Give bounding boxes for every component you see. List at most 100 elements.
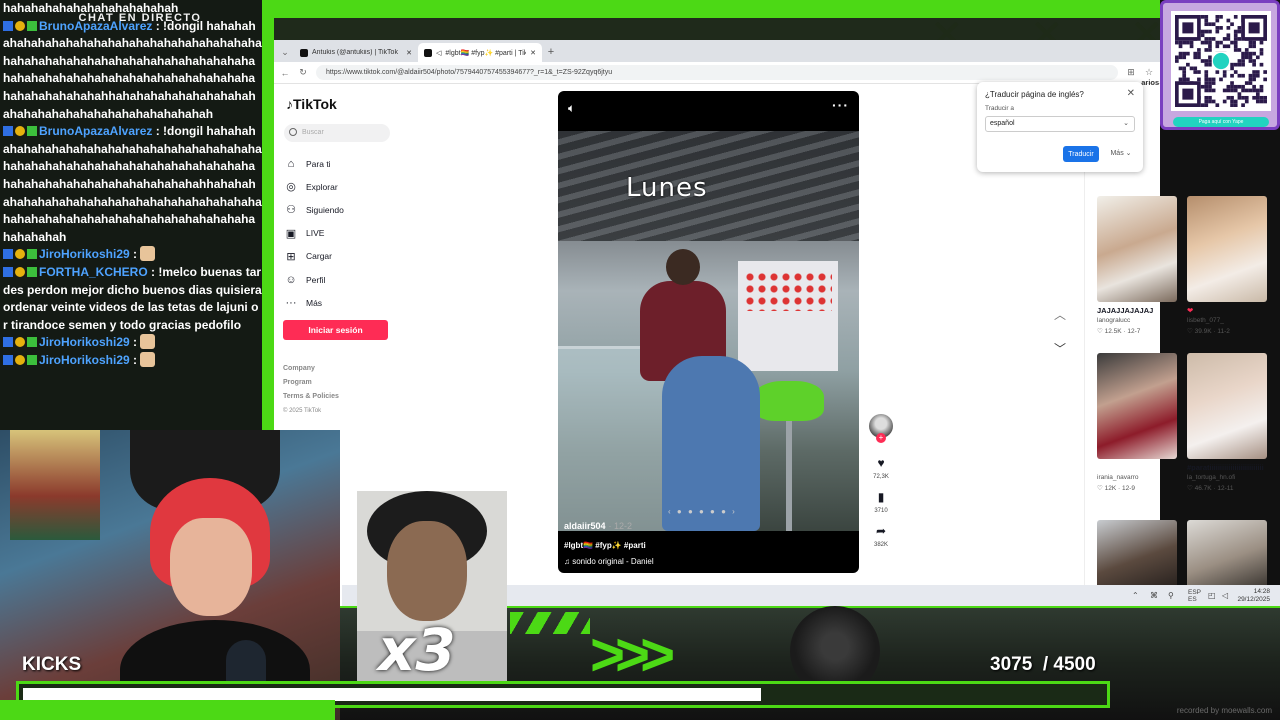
mic-icon[interactable]: ⚲ (1168, 591, 1174, 600)
heart-icon[interactable]: ♥ (868, 456, 894, 470)
kicks-goal: 4500 (1053, 654, 1096, 675)
url-field[interactable]: https://www.tiktok.com/@aldaiir504/photo… (316, 65, 1118, 80)
tab-search-icon[interactable]: ⌄ (280, 47, 290, 58)
share-icon[interactable]: ➦ (868, 524, 894, 538)
sidebar-item-perfil[interactable]: ☺ Perfil (284, 268, 344, 291)
chat-text: : !dongil hahahahahahahahahahahahahahaha… (3, 18, 262, 121)
sidebar-item-label: Para ti (306, 158, 331, 169)
chat-message-list: hahahahahahahahahahahahah BrunoApazaAlvar… (3, 0, 262, 369)
suggested-video-thumbnail[interactable] (1097, 196, 1177, 302)
clock[interactable]: 14:28 29/12/2025 (1237, 588, 1270, 604)
overlay-dark-band: ✕ ✕ ✕ (270, 12, 1164, 58)
post-date: · 12-2 (608, 521, 633, 531)
chevron-up-icon[interactable]: ︿ (1054, 306, 1066, 323)
close-icon[interactable]: ✕ (530, 49, 536, 57)
translate-button[interactable]: Traducir (1063, 146, 1099, 162)
chat-username[interactable]: JiroHorikoshi29 (39, 353, 130, 367)
suggested-video-thumbnail[interactable] (1097, 353, 1177, 459)
video-player[interactable]: 🔈︎ ··· Lunes ‹ ● ● ● ● ● › aldaiir504 · 1… (558, 91, 859, 573)
live-chat-panel[interactable]: hahahahahahahahahahahahah BrunoApazaAlvar… (0, 0, 262, 430)
photo-carousel-dots[interactable]: ‹ ● ● ● ● ● › (668, 507, 737, 516)
sidebar-item-explorar[interactable]: ◎ Explorar (284, 175, 344, 198)
like-count: 72,3K (873, 474, 889, 480)
volume-icon[interactable]: 🔈︎ (568, 101, 575, 116)
suggested-video-user[interactable]: lisbeth_077_ (1187, 317, 1267, 324)
badge-icon (3, 354, 13, 365)
copyright: © 2025 TikTok (283, 408, 322, 414)
suggested-video-user[interactable]: irania_navarro (1097, 474, 1177, 481)
suggestions-panel: ...ariosPodría interesarteJAJAJJAJAJAJla… (1084, 78, 1267, 626)
suggested-video-caption: #paratiiiiiiiiiiiiiiiiiiiiiiiiii (1187, 463, 1264, 472)
user-badges (3, 335, 39, 349)
badge-icon (15, 126, 25, 137)
sidebar-item-label: Cargar (306, 251, 332, 262)
chevron-down-icon[interactable]: ﹀ (1054, 340, 1066, 357)
chat-username[interactable]: FORTHA_KCHERO (39, 265, 148, 279)
network-icon[interactable]: ⌘ (1150, 591, 1158, 600)
sidebar-item-siguiendo[interactable]: ⚇ Siguiendo (284, 198, 344, 221)
translate-icon[interactable]: ⊞ (1126, 67, 1136, 78)
sidebar-item-para-ti[interactable]: ⌂ Para ti (284, 152, 344, 175)
badge-icon (27, 266, 37, 277)
login-button[interactable]: Iniciar sesión (283, 320, 388, 340)
star-icon[interactable]: ☆ (1144, 67, 1154, 78)
suggested-video-likes: ♡ 46.7K · 12-11 (1187, 485, 1234, 492)
share-count: 382K (873, 542, 888, 548)
chevron-up-icon[interactable]: ⌃ (1132, 591, 1139, 600)
chat-username[interactable]: JiroHorikoshi29 (39, 335, 130, 349)
search-icon (289, 128, 297, 136)
browser-tab-bar: ⌄ Antukis (@antukiis) | TikTok ✕ ◁ #lgbt… (274, 40, 1160, 62)
bookmark-icon[interactable]: ▮ (868, 490, 894, 504)
footer-link-terms[interactable]: Terms & Policies (283, 390, 339, 404)
sidebar-item-más[interactable]: ··· Más (284, 291, 344, 314)
translate-more-button[interactable]: Más ⌄ (1105, 146, 1137, 162)
wifi-icon[interactable]: ◰ (1208, 591, 1216, 600)
chat-message: BrunoApazaAlvarez : !dongil hahahahahaha… (3, 18, 262, 124)
badge-icon (27, 249, 37, 260)
badge-icon (3, 337, 13, 348)
language-select[interactable]: español ⌄ (985, 116, 1135, 132)
suggested-video-user[interactable]: la_tortuga_hn.ofi (1187, 474, 1267, 481)
more-options-icon[interactable]: ··· (832, 97, 849, 113)
suggested-video-likes: ♡ 12.5K · 12-7 (1097, 328, 1141, 335)
new-tab-button[interactable]: + (542, 43, 560, 62)
sidebar-item-cargar[interactable]: ⊞ Cargar (284, 245, 344, 268)
language-value: español (990, 120, 1015, 127)
sidebar-item-label: LIVE (306, 228, 325, 239)
user-badges (3, 19, 39, 33)
kicks-goal-count: 3075 / 4500 (990, 654, 1096, 676)
tiktok-logo[interactable]: ♪TikTok (286, 96, 337, 112)
close-icon[interactable]: ✕ (1127, 88, 1135, 99)
search-input[interactable]: Buscar (284, 124, 390, 142)
overlay-green-top-bar (270, 0, 1160, 18)
chat-text: : (129, 352, 141, 367)
chat-message: JiroHorikoshi29 : (3, 334, 262, 352)
suggested-video-thumbnail[interactable] (1187, 196, 1267, 302)
follow-plus-icon[interactable]: + (876, 433, 886, 443)
reload-icon[interactable]: ↻ (298, 67, 308, 78)
chat-username[interactable]: BrunoApazaAlvarez (39, 124, 152, 138)
avatar[interactable]: + (869, 414, 893, 443)
badge-icon (15, 354, 25, 365)
video-sound[interactable]: ♫ sonido original - Daniel (564, 557, 654, 566)
translate-title: ¿Traducir página de inglés? (985, 90, 1084, 99)
footer-link-program[interactable]: Program (283, 376, 339, 390)
qr-caption: Paga aquí con Yape (1173, 117, 1269, 127)
sidebar-item-label: Perfil (306, 274, 326, 285)
video-hashtags[interactable]: #lgbt🏳️‍🌈 #fyp✨ #parti (564, 541, 646, 550)
volume-icon[interactable]: ◁ (1222, 591, 1228, 600)
footer-link-company[interactable]: Company (283, 362, 339, 376)
tab-antukis[interactable]: Antukis (@antukiis) | TikTok ✕ (294, 43, 418, 62)
suggested-video-user[interactable]: lanogralucc (1097, 317, 1177, 324)
back-icon[interactable]: ← (280, 68, 290, 78)
language-indicator[interactable]: ESP ES (1188, 589, 1201, 603)
video-author[interactable]: aldaiir504 · 12-2 (564, 521, 632, 531)
close-icon[interactable]: ✕ (406, 49, 412, 57)
suggested-video-thumbnail[interactable] (1187, 353, 1267, 459)
chevron-down-icon: ⌄ (1123, 120, 1129, 127)
tab-current-video[interactable]: ◁ #lgbt🏳️‍🌈 #fyp✨ #parti | TikTok ✕ (418, 43, 542, 62)
badge-icon (27, 126, 37, 137)
chat-username[interactable]: JiroHorikoshi29 (39, 247, 130, 261)
video-overlay-text: Lunes (626, 173, 708, 203)
sidebar-item-live[interactable]: ▣ LIVE (284, 222, 344, 245)
